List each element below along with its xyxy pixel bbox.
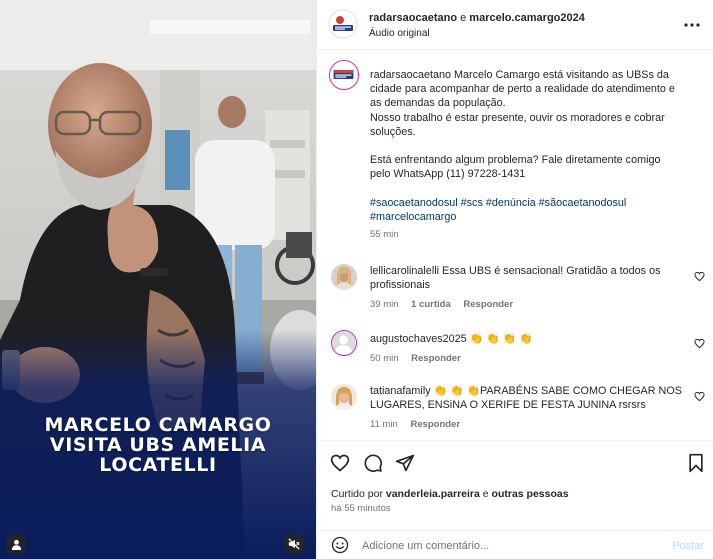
caption-text: radarsaocaetano Marcelo Camargo está vis…: [370, 68, 700, 242]
liked-by-connector: e: [482, 488, 489, 500]
overlay-title-line: MARCELO CAMARGO: [44, 414, 272, 436]
tagged-users-button[interactable]: [5, 533, 27, 555]
post-actions: Curtido por vanderleia.parreira e outras…: [317, 440, 713, 540]
collaborator-username[interactable]: marcelo.camargo2024: [469, 12, 585, 24]
more-options-button[interactable]: [684, 17, 700, 33]
comment-time: 39 min: [370, 299, 399, 311]
video-overlay-title: MARCELO CAMARGO VISITA UBS AMELIA LOCATE…: [0, 415, 316, 475]
author-avatar[interactable]: [328, 9, 358, 39]
caption-line: soluções.: [370, 125, 416, 138]
comment-body: tatianafamily 👏 👏 👏PARABÉNS SABE COMO CH…: [370, 384, 690, 433]
post-header: radarsaocaetano e marcelo.camargo2024 Áu…: [317, 0, 713, 50]
post-authors: radarsaocaetano e marcelo.camargo2024: [369, 12, 585, 24]
more-dots-icon: [684, 23, 700, 27]
overlay-title-line: LOCATELLI: [99, 454, 217, 476]
liked-by-others[interactable]: outras pessoas: [492, 488, 569, 500]
post-timestamp[interactable]: há 55 minutos: [331, 503, 391, 514]
like-heart-icon[interactable]: [330, 453, 350, 473]
overlay-title-line: VISITA UBS AMELIA: [49, 434, 267, 456]
comment-time: 50 min: [370, 353, 399, 365]
caption-timestamp[interactable]: 55 min: [370, 228, 700, 242]
caption-line: pelo WhatsApp (11) 97228-1431: [370, 168, 526, 181]
liked-by-text: Curtido por vanderleia.parreira e outras…: [331, 488, 569, 500]
comment-bubble-icon[interactable]: [363, 453, 383, 473]
emoji-icon[interactable]: [331, 536, 349, 554]
caption-author-avatar[interactable]: [329, 60, 359, 90]
comment-username[interactable]: tatianafamily: [370, 385, 431, 397]
comment-reply-button[interactable]: Responder: [410, 419, 460, 430]
comment-text: Essa UBS é sensacional! Gratidão a todos…: [442, 265, 661, 277]
caption-line: as demandas da população.: [370, 97, 506, 110]
post-comment-button[interactable]: Postar: [672, 540, 704, 552]
reel-video[interactable]: MARCELO CAMARGO VISITA UBS AMELIA LOCATE…: [0, 0, 316, 559]
comment-reply-button[interactable]: Responder: [463, 299, 513, 310]
caption-line: Marcelo Camargo está visitando as UBSs d…: [454, 69, 669, 81]
liked-by-prefix: Curtido por: [331, 488, 383, 500]
post-panel: radarsaocaetano e marcelo.camargo2024 Áu…: [316, 0, 713, 559]
comment-username[interactable]: lellicarolinalelli: [370, 265, 439, 277]
caption-username[interactable]: radarsaocaetano: [370, 69, 451, 81]
comment-like-heart-icon[interactable]: [694, 271, 705, 282]
default-profile-icon: [332, 331, 355, 354]
comment-text: 👏 👏 👏 👏: [469, 333, 533, 345]
profile-photo-icon: [331, 264, 357, 290]
commenter-avatar[interactable]: [331, 264, 357, 290]
comment-text: profissionais: [370, 279, 431, 292]
comment-meta: 50 min Responder: [370, 352, 690, 366]
author-username[interactable]: radarsaocaetano: [369, 12, 457, 24]
comment-meta: 39 min 1 curtida Responder: [370, 298, 690, 312]
comment-body: augustochaves2025 👏 👏 👏 👏 50 min Respond…: [370, 332, 690, 366]
comment-like-heart-icon[interactable]: [694, 338, 705, 349]
comment-reply-button[interactable]: Responder: [411, 353, 461, 364]
caption-hashtags[interactable]: #saocaetanodosul #scs #denúncia #sãocaet…: [370, 196, 700, 210]
radar-logo-icon: [328, 9, 358, 39]
comment-meta: 11 min Responder: [370, 418, 690, 432]
caption-hashtags[interactable]: #marcelocamargo: [370, 210, 700, 224]
comment-like-heart-icon[interactable]: [694, 391, 705, 402]
radar-logo-icon: [330, 61, 357, 88]
save-bookmark-icon[interactable]: [686, 453, 706, 473]
liked-by-username[interactable]: vanderleia.parreira: [386, 488, 480, 500]
authors-connector: e: [460, 12, 467, 24]
comment-username[interactable]: augustochaves2025: [370, 333, 467, 345]
comment-text: 👏 👏 👏PARABÉNS SABE COMO CHEGAR NOS: [433, 385, 682, 397]
speaker-muted-icon: [288, 538, 300, 550]
share-paper-plane-icon[interactable]: [395, 453, 415, 473]
commenter-avatar[interactable]: [331, 330, 357, 356]
comment-body: lellicarolinalelli Essa UBS é sensaciona…: [370, 264, 690, 313]
profile-photo-icon: [331, 384, 357, 410]
add-comment-bar: Postar: [317, 530, 713, 559]
comment-likes[interactable]: 1 curtida: [411, 299, 451, 310]
audio-link[interactable]: Áudio original: [369, 28, 430, 39]
comment-time: 11 min: [370, 419, 398, 431]
comment-input[interactable]: [362, 536, 652, 556]
commenter-avatar[interactable]: [331, 384, 357, 410]
caption-line: Nosso trabalho é estar presente, ouvir o…: [370, 111, 665, 124]
caption-line: Está enfrentando algum problema? Fale di…: [370, 154, 661, 167]
comment-text: LUGARES, ENSiNA O XERIFE DE FESTA JUNINA…: [370, 399, 646, 412]
mute-button[interactable]: [283, 533, 305, 555]
user-icon: [11, 539, 21, 550]
caption-line: cidade para acompanhar de perto a realid…: [370, 83, 675, 96]
